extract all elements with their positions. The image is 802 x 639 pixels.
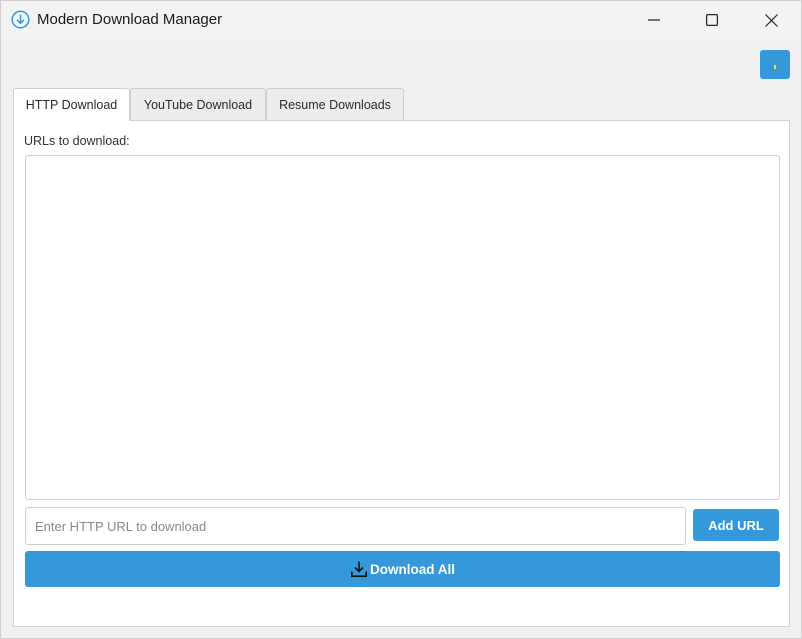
download-circle-icon bbox=[11, 10, 30, 29]
add-url-button[interactable]: Add URL bbox=[693, 509, 779, 541]
tab-resume-downloads[interactable]: Resume Downloads bbox=[266, 88, 404, 120]
window-title: Modern Download Manager bbox=[37, 11, 223, 28]
maximize-button[interactable] bbox=[683, 1, 741, 39]
minimize-button[interactable] bbox=[625, 1, 683, 39]
download-all-button[interactable]: Download All bbox=[25, 551, 780, 587]
urls-label: URLs to download: bbox=[24, 134, 130, 148]
url-input[interactable] bbox=[25, 507, 686, 545]
download-tray-icon bbox=[351, 561, 367, 577]
download-all-label: Download All bbox=[370, 561, 455, 577]
indicator-icon bbox=[774, 64, 776, 69]
minimize-icon bbox=[648, 19, 660, 21]
settings-toggle-button[interactable] bbox=[760, 50, 790, 79]
app-window: Modern Download Manager HTTP Download Yo… bbox=[0, 0, 802, 639]
tab-http-download[interactable]: HTTP Download bbox=[13, 88, 130, 121]
title-bar: Modern Download Manager bbox=[1, 1, 801, 39]
url-list[interactable] bbox=[25, 155, 780, 500]
close-button[interactable] bbox=[742, 1, 800, 39]
http-download-panel: URLs to download: Add URL Download All bbox=[13, 120, 790, 627]
maximize-icon bbox=[706, 14, 718, 26]
tab-youtube-download[interactable]: YouTube Download bbox=[130, 88, 266, 120]
close-icon bbox=[764, 13, 778, 27]
